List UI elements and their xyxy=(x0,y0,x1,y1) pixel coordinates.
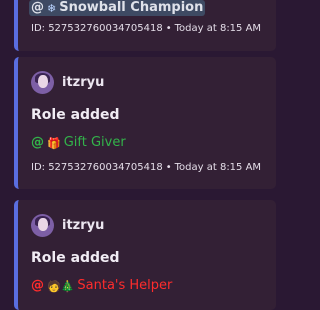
role-at-symbol: @ xyxy=(31,278,44,293)
message-feed: @ ❄ Snowball Champion ID: 52753276003470… xyxy=(0,0,293,310)
user-avatar-icon[interactable] xyxy=(31,71,54,94)
footer-id: ID: 527532760034705418 xyxy=(31,162,163,173)
footer-id: ID: 527532760034705418 xyxy=(31,23,163,34)
embed-footer: ID: 527532760034705418 • Today at 8:15 AM xyxy=(31,23,261,35)
role-name: Santa's Helper xyxy=(77,278,173,293)
embed-footer: ID: 527532760034705418 • Today at 8:15 AM xyxy=(31,162,261,174)
gift-icon: 🎁 xyxy=(47,136,61,150)
role-name: Snowball Champion xyxy=(59,0,204,15)
embed-title: Role added xyxy=(31,250,120,266)
footer-time: Today at 8:15 AM xyxy=(174,23,262,34)
snowflake-icon: ❄ xyxy=(47,1,57,15)
role-at-symbol: @ xyxy=(31,0,44,15)
role-mention[interactable]: @ 🎁 Gift Giver xyxy=(31,135,126,151)
embed-author[interactable]: itzryu xyxy=(31,214,104,237)
person-tree-icon: 🧑🎄 xyxy=(47,279,75,293)
embed-card: itzryu Role added @ 🧑🎄 Santa's Helper xyxy=(14,200,276,310)
footer-separator: • xyxy=(165,23,172,34)
role-at-symbol: @ xyxy=(31,135,44,150)
role-name: Gift Giver xyxy=(63,135,126,150)
user-avatar-icon[interactable] xyxy=(31,214,54,237)
author-name[interactable]: itzryu xyxy=(62,75,104,91)
embed-author[interactable]: itzryu xyxy=(31,71,104,94)
embed-card: itzryu Role added @ 🎁 Gift Giver ID: 527… xyxy=(14,57,276,189)
footer-separator: • xyxy=(165,162,172,173)
embed-card: @ ❄ Snowball Champion ID: 52753276003470… xyxy=(14,0,276,51)
footer-time: Today at 8:15 AM xyxy=(174,162,262,173)
embed-title: Role added xyxy=(31,107,120,123)
role-mention[interactable]: @ ❄ Snowball Champion xyxy=(29,0,206,16)
role-mention[interactable]: @ 🧑🎄 Santa's Helper xyxy=(31,278,172,294)
author-name[interactable]: itzryu xyxy=(62,218,104,234)
